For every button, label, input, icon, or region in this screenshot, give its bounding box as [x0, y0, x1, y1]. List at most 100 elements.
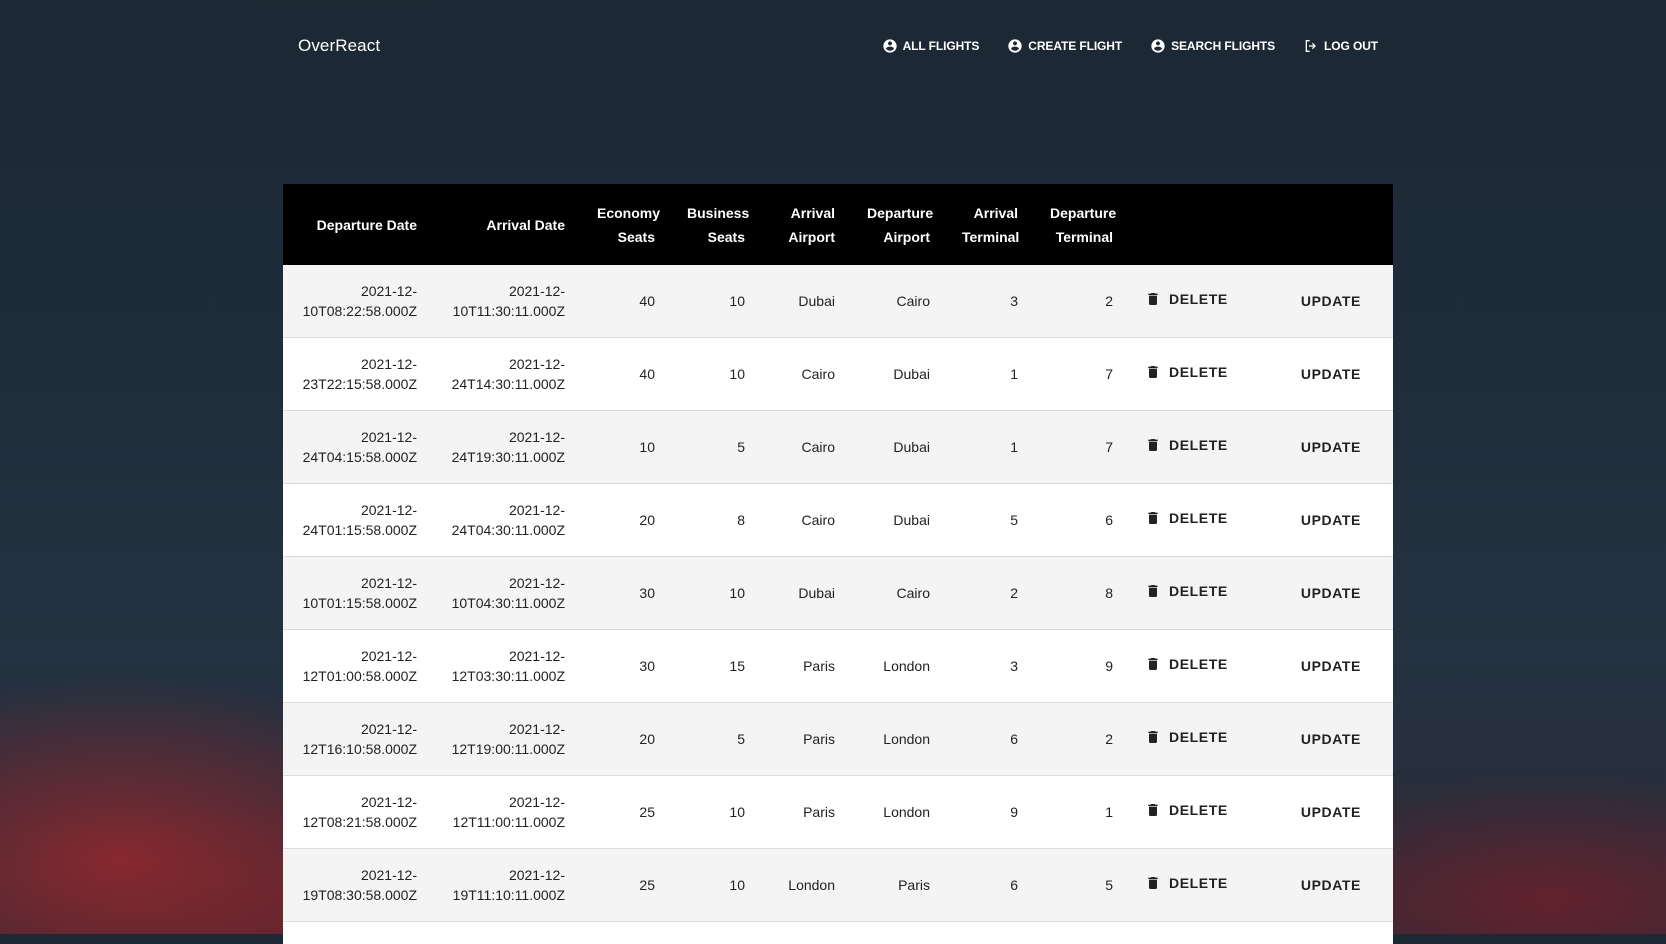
- trash-icon: [1145, 363, 1161, 381]
- update-label: UPDATE: [1300, 585, 1361, 601]
- nav-search-flights-label: SEARCH FLIGHTS: [1171, 39, 1276, 53]
- update-button[interactable]: UPDATE: [1301, 729, 1361, 749]
- departure-date-cell: 2021-12- 24T01:15:58.000Z: [283, 483, 433, 557]
- nav-create-flight-label: CREATE FLIGHT: [1028, 39, 1123, 53]
- update-button[interactable]: UPDATE: [1301, 510, 1361, 530]
- economy-seats-cell: 25: [581, 775, 671, 849]
- arrival-airport-cell: Paris: [761, 775, 851, 849]
- delete-cell: DELETE: [1129, 702, 1263, 776]
- delete-button[interactable]: DELETE: [1145, 727, 1228, 747]
- delete-label: DELETE: [1169, 364, 1228, 380]
- update-button[interactable]: UPDATE: [1301, 875, 1361, 895]
- business-seats-cell: 10: [671, 556, 761, 630]
- trash-icon: [1145, 290, 1161, 308]
- departure-airport-cell: Dubai: [851, 483, 946, 557]
- col-header-actions: [1263, 184, 1393, 265]
- delete-button[interactable]: DELETE: [1145, 435, 1228, 455]
- update-label: UPDATE: [1300, 804, 1361, 820]
- col-header: Arrival Terminal: [946, 184, 1034, 265]
- table-row: 2021-12- 12T16:10:58.000Z 2021-12- 12T19:00…: [283, 702, 1393, 776]
- trash-icon: [1145, 582, 1161, 600]
- economy-seats-cell: 10: [581, 410, 671, 484]
- arrival-date-cell: 2021-12- 24T19:30:11.000Z: [433, 410, 581, 484]
- col-header: Business Seats: [671, 184, 761, 265]
- delete-label: DELETE: [1169, 729, 1228, 745]
- economy-seats-cell: 25: [581, 848, 671, 922]
- departure-terminal-cell: 5: [1034, 848, 1129, 922]
- trash-icon: [1145, 436, 1161, 454]
- delete-button[interactable]: DELETE: [1145, 581, 1228, 601]
- update-label: UPDATE: [1300, 366, 1361, 382]
- delete-label: DELETE: [1169, 875, 1228, 891]
- update-button[interactable]: UPDATE: [1301, 291, 1361, 311]
- nav-log-out[interactable]: LOG OUT: [1303, 38, 1378, 54]
- update-cell: UPDATE: [1263, 337, 1393, 411]
- delete-cell: DELETE: [1129, 629, 1263, 703]
- brand-logo-text[interactable]: OverReact: [298, 36, 380, 56]
- update-label: UPDATE: [1300, 658, 1361, 674]
- arrival-airport-cell: London: [761, 848, 851, 922]
- delete-button[interactable]: DELETE: [1145, 800, 1228, 820]
- logout-icon: [1303, 38, 1319, 54]
- delete-button[interactable]: DELETE: [1145, 654, 1228, 674]
- update-cell: UPDATE: [1263, 848, 1393, 922]
- delete-cell: DELETE: [1129, 337, 1263, 411]
- departure-date-cell: 2021-12- 10T01:15:58.000Z: [283, 556, 433, 630]
- update-button[interactable]: UPDATE: [1301, 364, 1361, 384]
- departure-terminal-cell: 8: [1034, 556, 1129, 630]
- update-button[interactable]: UPDATE: [1301, 656, 1361, 676]
- arrival-date-cell: 2021-12- 10T11:30:11.000Z: [433, 265, 581, 338]
- departure-date-cell: 2021-12- 10T08:22:58.000Z: [283, 265, 433, 338]
- delete-button[interactable]: DELETE: [1145, 508, 1228, 528]
- delete-button[interactable]: DELETE: [1145, 362, 1228, 382]
- arrival-terminal-cell: 9: [946, 775, 1034, 849]
- business-seats-cell: 10: [671, 265, 761, 338]
- delete-label: DELETE: [1169, 583, 1228, 599]
- nav-all-flights-label: ALL FLIGHTS: [902, 39, 980, 53]
- trash-icon: [1145, 874, 1161, 892]
- departure-terminal-cell: 7: [1034, 337, 1129, 411]
- update-button[interactable]: UPDATE: [1301, 583, 1361, 603]
- departure-terminal-cell: 9: [1034, 629, 1129, 703]
- update-cell: UPDATE: [1263, 410, 1393, 484]
- table-row: 2021-12- 23T22:15:58.000Z 2021-12- 24T14:30…: [283, 337, 1393, 411]
- account-circle-icon: [882, 38, 898, 54]
- update-cell: UPDATE: [1263, 556, 1393, 630]
- nav-search-flights[interactable]: SEARCH FLIGHTS: [1150, 38, 1275, 54]
- trash-icon: [1145, 801, 1161, 819]
- update-button[interactable]: UPDATE: [1301, 437, 1361, 457]
- table-body: 2021-12- 10T08:22:58.000Z 2021-12- 10T11:30…: [283, 265, 1393, 922]
- arrival-terminal-cell: 2: [946, 556, 1034, 630]
- departure-date-cell: 2021-12- 19T08:30:58.000Z: [283, 848, 433, 922]
- delete-button[interactable]: DELETE: [1145, 873, 1228, 893]
- delete-label: DELETE: [1169, 437, 1228, 453]
- arrival-date-cell: 2021-12- 19T11:10:11.000Z: [433, 848, 581, 922]
- col-header: Arrival Date: [433, 184, 581, 265]
- delete-button[interactable]: DELETE: [1145, 289, 1228, 309]
- departure-date-cell: 2021-12- 12T08:21:58.000Z: [283, 775, 433, 849]
- nav-all-flights[interactable]: ALL FLIGHTS: [882, 38, 980, 54]
- departure-airport-cell: Paris: [851, 848, 946, 922]
- nav-create-flight[interactable]: CREATE FLIGHT: [1007, 38, 1122, 54]
- business-seats-cell: 8: [671, 483, 761, 557]
- business-seats-cell: 15: [671, 629, 761, 703]
- economy-seats-cell: 20: [581, 483, 671, 557]
- trash-icon: [1145, 655, 1161, 673]
- arrival-airport-cell: Dubai: [761, 265, 851, 338]
- departure-date-cell: 2021-12- 12T01:00:58.000Z: [283, 629, 433, 703]
- departure-terminal-cell: 7: [1034, 410, 1129, 484]
- flights-table: Departure Date Arrival Date Economy Seats…: [283, 184, 1393, 922]
- update-cell: UPDATE: [1263, 629, 1393, 703]
- table-row: 2021-12- 12T08:21:58.000Z 2021-12- 12T11:00…: [283, 775, 1393, 849]
- economy-seats-cell: 30: [581, 629, 671, 703]
- delete-label: DELETE: [1169, 510, 1228, 526]
- departure-airport-cell: Dubai: [851, 410, 946, 484]
- table-row: 2021-12- 24T01:15:58.000Z 2021-12- 24T04:30…: [283, 483, 1393, 557]
- delete-cell: DELETE: [1129, 556, 1263, 630]
- business-seats-cell: 5: [671, 702, 761, 776]
- update-button[interactable]: UPDATE: [1301, 802, 1361, 822]
- arrival-terminal-cell: 6: [946, 848, 1034, 922]
- update-label: UPDATE: [1300, 731, 1361, 747]
- economy-seats-cell: 40: [581, 265, 671, 338]
- col-header: Departure Airport: [851, 184, 946, 265]
